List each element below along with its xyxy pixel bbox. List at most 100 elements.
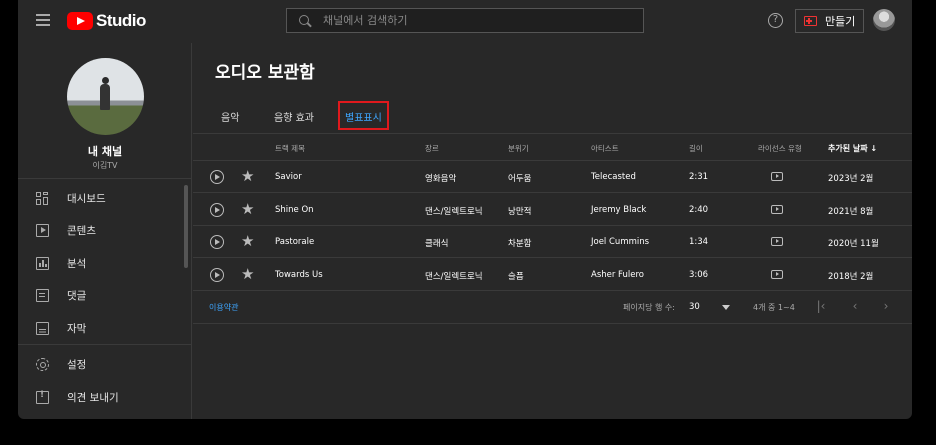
sidebar-item-label: 대시보드 xyxy=(67,192,106,205)
caret-down-icon xyxy=(722,305,730,310)
first-page-icon[interactable]: |‹ xyxy=(814,299,828,313)
track-artist: Asher Fulero xyxy=(591,270,644,280)
prev-page-icon[interactable]: ‹ xyxy=(848,299,862,313)
table-row[interactable]: ★ Pastorale 클래식 차분함 Joel Cummins 1:34 20… xyxy=(193,226,912,258)
page-title: 오디오 보관함 xyxy=(215,63,315,83)
top-bar: Studio ? 만들기 xyxy=(18,0,912,43)
sidebar-item-label: 자막 xyxy=(67,322,87,335)
main-content: 오디오 보관함 음악 음향 효과 별표표시 트랙 제목 장르 분위기 아티스트 … xyxy=(193,43,912,419)
track-added-date: 2023년 2월 xyxy=(828,174,874,184)
column-title: 트랙 제목 xyxy=(275,144,305,153)
help-icon[interactable]: ? xyxy=(768,13,783,28)
terms-link[interactable]: 이용약관 xyxy=(209,302,238,313)
search-bar[interactable] xyxy=(286,8,644,33)
sidebar-item-analytics[interactable]: 분석 xyxy=(18,248,182,278)
channel-avatar[interactable] xyxy=(67,58,144,135)
track-title: Shine On xyxy=(275,205,314,215)
tab-bar: 음악 음향 효과 별표표시 xyxy=(193,99,912,134)
track-genre: 영화음악 xyxy=(425,174,457,184)
track-genre: 댄스/일렉트로닉 xyxy=(425,272,483,282)
sidebar-divider xyxy=(18,178,192,179)
analytics-icon-bar xyxy=(45,263,47,267)
tab-starred[interactable]: 별표표시 xyxy=(345,109,382,124)
column-license[interactable]: 라이선스 유형 xyxy=(758,143,802,154)
track-mood: 차분함 xyxy=(508,239,532,249)
star-icon[interactable]: ★ xyxy=(241,232,254,250)
sidebar-item-settings[interactable]: 설정 xyxy=(18,349,182,379)
logo-text: Studio xyxy=(96,11,146,30)
track-genre: 댄스/일렉트로닉 xyxy=(425,207,483,217)
create-button[interactable]: 만들기 xyxy=(795,9,864,33)
search-input[interactable] xyxy=(323,14,623,27)
sidebar-item-dashboard[interactable]: 대시보드 xyxy=(18,183,182,213)
create-label: 만들기 xyxy=(825,15,856,28)
table-row[interactable]: ★ Savior 영화음악 어두움 Telecasted 2:31 2023년 … xyxy=(193,161,912,193)
sidebar-item-label: 콘텐츠 xyxy=(67,224,96,237)
channel-handle: 이김TV xyxy=(92,161,118,170)
channel-name: 내 채널 xyxy=(87,145,123,158)
column-genre[interactable]: 장르 xyxy=(425,143,439,154)
account-avatar[interactable] xyxy=(873,9,895,31)
youtube-logo-icon xyxy=(67,12,93,30)
column-mood[interactable]: 분위기 xyxy=(508,143,529,154)
column-added-date[interactable]: 추가된 날짜 ↓ xyxy=(828,143,877,154)
dashboard-icon-cell xyxy=(43,196,48,205)
star-icon[interactable]: ★ xyxy=(241,265,254,283)
menu-icon[interactable] xyxy=(36,14,50,26)
feedback-icon xyxy=(36,390,49,404)
gear-icon xyxy=(36,357,49,371)
track-mood: 낭만적 xyxy=(508,207,532,217)
youtube-license-icon xyxy=(771,237,783,246)
track-title: Pastorale xyxy=(275,237,315,247)
tab-sound-effects[interactable]: 음향 효과 xyxy=(274,109,314,124)
column-length[interactable]: 길이 xyxy=(689,143,703,154)
dashboard-icon-cell xyxy=(43,191,48,195)
column-added-label: 추가된 날짜 xyxy=(828,144,868,153)
studio-logo[interactable]: Studio xyxy=(67,11,146,31)
next-page-icon[interactable]: › xyxy=(879,299,893,313)
table-row[interactable]: ★ Towards Us 댄스/일렉트로닉 슬픔 Asher Fulero 3:… xyxy=(193,259,912,291)
tab-music[interactable]: 음악 xyxy=(221,109,239,124)
sidebar: 내 채널 이김TV 대시보드 콘텐츠 분석 댓글 자막 설정 ! 의견 보내기 xyxy=(18,43,192,419)
sidebar-item-label: 분석 xyxy=(67,257,87,270)
play-icon[interactable] xyxy=(210,268,224,282)
sidebar-item-label: 설정 xyxy=(67,358,87,371)
sidebar-item-content[interactable]: 콘텐츠 xyxy=(18,215,182,245)
rows-per-page-select[interactable]: 30 xyxy=(689,299,731,315)
youtube-license-icon xyxy=(771,270,783,279)
analytics-icon-bar xyxy=(42,259,44,267)
analytics-icon xyxy=(36,256,49,270)
table-row[interactable]: ★ Shine On 댄스/일렉트로닉 낭만적 Jeremy Black 2:4… xyxy=(193,194,912,226)
track-title: Savior xyxy=(275,172,302,182)
track-length: 2:31 xyxy=(689,172,709,182)
track-added-date: 2020년 11월 xyxy=(828,239,879,249)
sidebar-item-label: 의견 보내기 xyxy=(67,391,119,404)
track-length: 3:06 xyxy=(689,270,709,280)
play-icon[interactable] xyxy=(210,235,224,249)
track-added-date: 2021년 8월 xyxy=(828,207,874,217)
content-icon xyxy=(36,223,49,237)
track-length: 2:40 xyxy=(689,205,709,215)
star-icon[interactable]: ★ xyxy=(241,167,254,185)
rows-per-page-value: 30 xyxy=(689,302,700,312)
sidebar-item-feedback[interactable]: 의견 보내기 xyxy=(18,382,182,412)
sidebar-item-subtitles[interactable]: 자막 xyxy=(18,313,182,343)
play-icon[interactable] xyxy=(210,170,224,184)
play-icon[interactable] xyxy=(210,203,224,217)
column-artist[interactable]: 아티스트 xyxy=(591,143,619,154)
track-mood: 슬픔 xyxy=(508,272,524,282)
search-icon[interactable] xyxy=(299,14,311,27)
dashboard-icon-cell xyxy=(36,191,41,197)
youtube-license-icon xyxy=(771,172,783,181)
track-mood: 어두움 xyxy=(508,174,532,184)
comments-icon xyxy=(36,288,49,302)
sort-arrow-icon: ↓ xyxy=(870,144,878,153)
sidebar-item-comments[interactable]: 댓글 xyxy=(18,280,182,310)
dashboard-icon xyxy=(36,191,49,205)
table-footer: 이용약관 페이지당 행 수: 30 4개 중 1~4 |‹ ‹ › xyxy=(193,291,912,324)
track-added-date: 2018년 2월 xyxy=(828,272,874,282)
star-icon[interactable]: ★ xyxy=(241,200,254,218)
sidebar-scrollbar[interactable] xyxy=(184,185,188,268)
track-length: 1:34 xyxy=(689,237,709,247)
dashboard-icon-cell xyxy=(36,198,41,205)
